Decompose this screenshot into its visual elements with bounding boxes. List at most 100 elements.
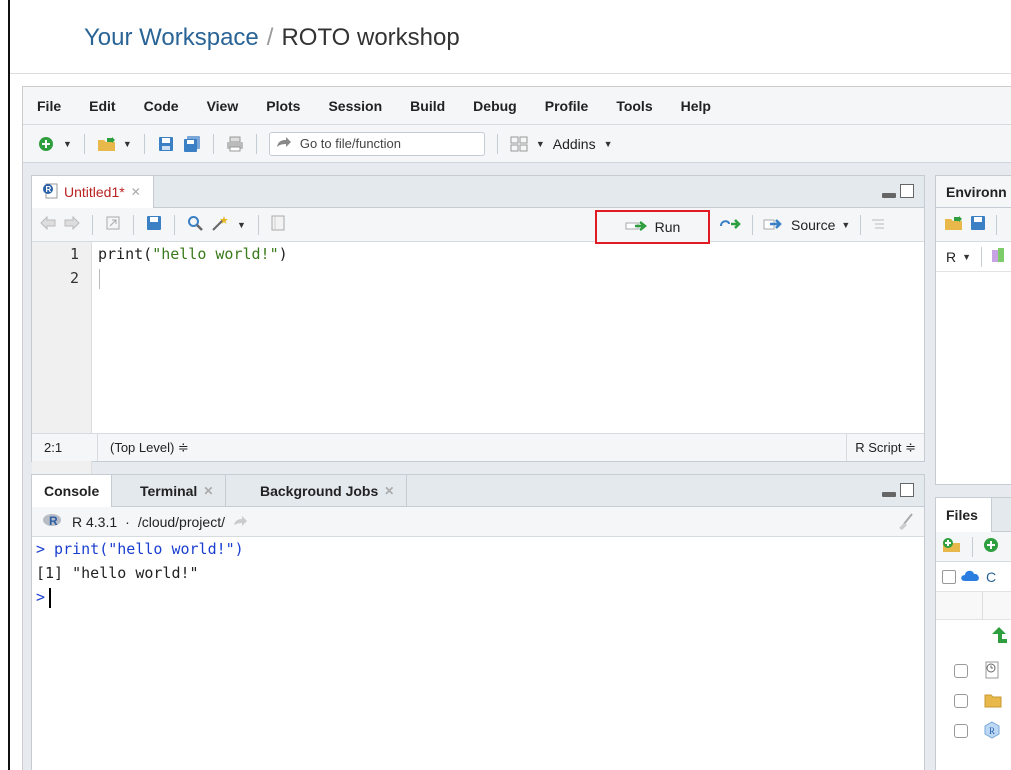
menu-edit[interactable]: Edit bbox=[89, 98, 115, 114]
minimize-icon[interactable] bbox=[882, 193, 896, 198]
toolbar-divider bbox=[496, 133, 498, 154]
console-output[interactable]: > print("hello world!") [1] "hello world… bbox=[32, 537, 924, 770]
svg-text:R: R bbox=[49, 514, 58, 528]
tab-environment[interactable]: Environn bbox=[946, 184, 1007, 200]
menu-profile[interactable]: Profile bbox=[545, 98, 589, 114]
console-infobar: R R 4.3.1 · /cloud/project/ bbox=[32, 507, 924, 537]
line-number: 2 bbox=[69, 269, 79, 287]
list-item[interactable] bbox=[936, 686, 1011, 716]
select-all-checkbox[interactable] bbox=[942, 569, 956, 584]
svg-text:R: R bbox=[989, 726, 995, 736]
editor-tabstrip: R Untitled1* ✕ bbox=[32, 176, 924, 208]
addins-menu[interactable]: Addins bbox=[553, 136, 596, 152]
row-checkbox[interactable] bbox=[954, 724, 968, 738]
rerun-icon[interactable] bbox=[718, 217, 742, 234]
menu-view[interactable]: View bbox=[207, 98, 239, 114]
chevron-down-icon[interactable]: ▼ bbox=[841, 220, 850, 230]
code-area[interactable]: print("hello world!") bbox=[98, 242, 924, 510]
toolbar-divider bbox=[996, 214, 997, 235]
cloud-path[interactable]: C bbox=[986, 569, 996, 585]
file-type-selector[interactable]: R Script ≑ bbox=[846, 434, 924, 461]
menu-code[interactable]: Code bbox=[144, 98, 179, 114]
search-icon[interactable] bbox=[187, 215, 203, 234]
menu-file[interactable]: File bbox=[37, 98, 61, 114]
close-icon[interactable]: ✕ bbox=[203, 484, 213, 498]
save-icon[interactable] bbox=[157, 135, 175, 153]
environment-tabstrip: Environn bbox=[936, 176, 1011, 208]
tab-terminal[interactable]: Terminal ✕ bbox=[128, 475, 227, 507]
code-line: print("hello world!") bbox=[98, 242, 924, 266]
close-icon[interactable]: ✕ bbox=[384, 484, 394, 498]
chevron-down-icon[interactable]: ▼ bbox=[63, 139, 72, 149]
tab-label: Files bbox=[946, 507, 978, 523]
menu-plots[interactable]: Plots bbox=[266, 98, 300, 114]
forward-arrow-icon[interactable] bbox=[64, 215, 80, 233]
tab-untitled1[interactable]: R Untitled1* ✕ bbox=[32, 176, 154, 208]
menu-build[interactable]: Build bbox=[410, 98, 445, 114]
new-file-icon[interactable] bbox=[983, 537, 999, 556]
run-button[interactable]: Run bbox=[595, 210, 710, 244]
pane-controls bbox=[882, 184, 914, 198]
maximize-icon[interactable] bbox=[900, 184, 914, 198]
close-icon[interactable]: ✕ bbox=[131, 185, 141, 199]
text-cursor bbox=[99, 268, 100, 289]
tab-background-jobs[interactable]: Background Jobs ✕ bbox=[248, 475, 408, 507]
chevron-down-icon[interactable]: ▼ bbox=[237, 220, 246, 230]
scope-selector[interactable]: (Top Level) ≑ bbox=[98, 440, 189, 456]
r-environment-selector[interactable]: R bbox=[946, 249, 956, 265]
memory-usage-icon[interactable] bbox=[992, 248, 1005, 265]
list-item[interactable] bbox=[936, 656, 1011, 686]
magic-wand-icon[interactable] bbox=[211, 215, 229, 234]
maximize-icon[interactable] bbox=[900, 483, 914, 497]
line-number-gutter: 1 2 bbox=[32, 242, 92, 510]
toolbar-divider bbox=[92, 214, 93, 235]
new-folder-icon[interactable] bbox=[942, 537, 962, 556]
new-file-icon[interactable] bbox=[37, 135, 55, 153]
row-checkbox[interactable] bbox=[954, 694, 968, 708]
row-checkbox[interactable] bbox=[954, 664, 968, 678]
print-icon[interactable] bbox=[226, 135, 244, 153]
list-item[interactable]: R bbox=[936, 716, 1011, 746]
working-directory[interactable]: /cloud/project/ bbox=[138, 514, 225, 530]
go-to-file-input[interactable]: Go to file/function bbox=[268, 131, 485, 156]
toolbar-divider bbox=[255, 133, 257, 154]
outline-icon[interactable] bbox=[871, 217, 885, 234]
go-to-directory-icon[interactable] bbox=[233, 514, 249, 530]
cursor-position: 2:1 bbox=[32, 434, 98, 461]
source-button[interactable]: Source bbox=[791, 217, 835, 233]
workspace-link[interactable]: Your Workspace bbox=[84, 24, 259, 51]
tab-label: Console bbox=[44, 483, 100, 499]
console-line: > print("hello world!") bbox=[36, 540, 244, 558]
save-icon[interactable] bbox=[970, 215, 986, 234]
save-icon[interactable] bbox=[146, 215, 162, 234]
files-column-header bbox=[936, 592, 1011, 620]
compile-report-icon[interactable] bbox=[271, 215, 285, 234]
environment-toolbar bbox=[936, 208, 1011, 242]
menu-session[interactable]: Session bbox=[328, 98, 382, 114]
chevron-down-icon[interactable]: ▼ bbox=[123, 139, 132, 149]
parent-directory-up-icon[interactable] bbox=[990, 626, 1008, 647]
tab-console[interactable]: Console bbox=[32, 475, 113, 507]
show-in-window-icon[interactable] bbox=[105, 215, 121, 234]
back-arrow-icon[interactable] bbox=[40, 215, 56, 233]
tab-files[interactable]: Files bbox=[936, 498, 992, 532]
chevron-down-icon[interactable]: ▼ bbox=[536, 139, 545, 149]
go-to-file-placeholder: Go to file/function bbox=[299, 136, 402, 151]
save-all-icon[interactable] bbox=[183, 135, 201, 153]
menu-tools[interactable]: Tools bbox=[616, 98, 652, 114]
text-cursor bbox=[49, 587, 52, 608]
column-divider bbox=[982, 592, 983, 620]
cloud-icon bbox=[960, 568, 982, 585]
menu-debug[interactable]: Debug bbox=[473, 98, 517, 114]
chevron-down-icon[interactable]: ▼ bbox=[604, 139, 613, 149]
menu-help[interactable]: Help bbox=[681, 98, 711, 114]
broom-clear-icon[interactable] bbox=[896, 513, 914, 534]
chevron-down-icon[interactable]: ▼ bbox=[962, 252, 971, 262]
source-arrow-icon[interactable] bbox=[763, 217, 785, 234]
minimize-icon[interactable] bbox=[882, 492, 896, 497]
grid-layout-icon[interactable] bbox=[510, 135, 528, 153]
file-list: R bbox=[936, 656, 1011, 746]
open-folder-icon[interactable] bbox=[944, 215, 964, 234]
breadcrumb-separator: / bbox=[266, 24, 274, 51]
open-folder-icon[interactable] bbox=[97, 135, 115, 153]
